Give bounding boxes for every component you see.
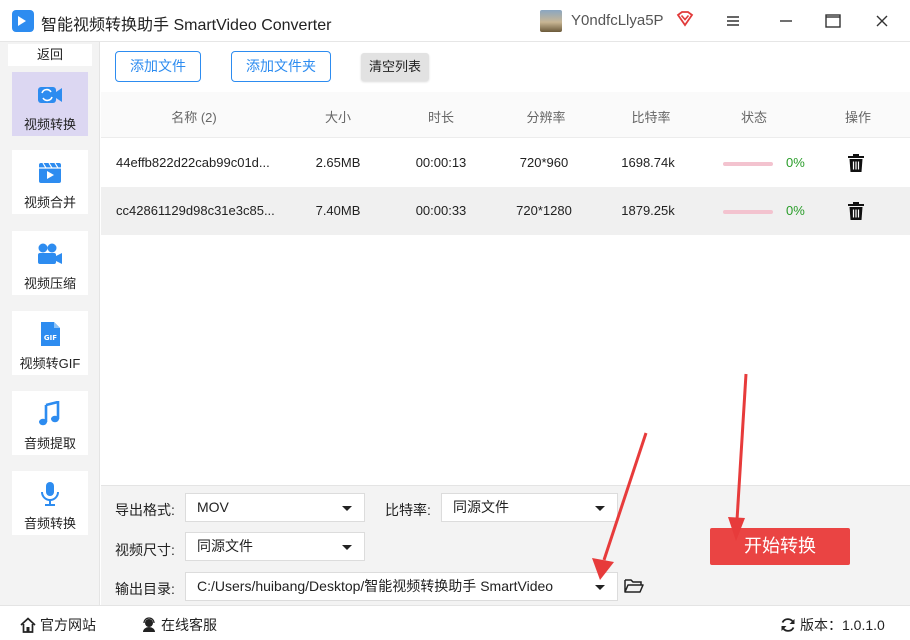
delete-icon[interactable]: [847, 201, 865, 221]
sidebar-item-label: 视频压缩: [23, 276, 76, 291]
header-action: 操作: [844, 110, 871, 125]
chevron-down-icon: [342, 506, 352, 511]
file-duration: 00:00:13: [415, 155, 467, 170]
back-button[interactable]: 返回: [8, 44, 92, 66]
output-dir-label: 输出目录:: [115, 581, 175, 597]
progress-bar: [723, 210, 773, 214]
app-logo-icon: [12, 10, 34, 32]
progress-percent: 0%: [786, 203, 805, 218]
header-resolution: 分辨率: [526, 110, 566, 125]
settings-panel: 导出格式: MOV 比特率: 同源文件 视频尺寸: 同源文件 输出目录: C:/…: [101, 485, 910, 605]
format-select[interactable]: MOV: [185, 493, 365, 522]
file-name: cc42861129d98c31e3c85...: [116, 203, 275, 218]
table-row[interactable]: cc42861129d98c31e3c85... 7.40MB 00:00:33…: [101, 187, 910, 235]
clear-list-button[interactable]: 清空列表: [361, 53, 429, 81]
gif-icon: GIF: [41, 322, 60, 346]
app-title: 智能视频转换助手 SmartVideo Converter: [41, 17, 332, 34]
online-support-link[interactable]: 在线客服: [141, 615, 217, 635]
add-file-button[interactable]: 添加文件: [115, 51, 201, 82]
microphone-icon: [41, 482, 59, 506]
header-status: 状态: [740, 110, 767, 125]
file-name: 44effb822d22cab99c01d...: [116, 155, 270, 170]
minimize-icon[interactable]: [768, 6, 804, 36]
file-size: 2.65MB: [315, 155, 361, 170]
table-header: 名称 (2) 大小 时长 分辨率 比特率 状态 操作: [101, 92, 910, 138]
sidebar-item-video-compress[interactable]: 视频压缩: [12, 231, 88, 295]
official-website-label: 官方网站: [40, 617, 96, 633]
video-merge-icon: [39, 162, 61, 183]
sidebar-item-label: 音频提取: [23, 436, 76, 451]
menu-icon[interactable]: [715, 6, 751, 36]
header-bitrate: 比特率: [631, 110, 671, 125]
header-duration: 时长: [427, 110, 454, 125]
output-dir-select[interactable]: C:/Users/huibang/Desktop/智能视频转换助手 SmartV…: [185, 572, 618, 601]
file-bitrate: 1698.74k: [621, 155, 675, 170]
chevron-down-icon: [595, 585, 605, 590]
refresh-icon: [781, 618, 795, 632]
official-website-link[interactable]: 官方网站: [20, 615, 96, 635]
file-resolution: 720*1280: [516, 203, 572, 218]
video-convert-icon: [38, 87, 62, 103]
vip-badge-icon[interactable]: [676, 10, 694, 28]
online-support-label: 在线客服: [161, 617, 217, 633]
bitrate-label: 比特率:: [385, 502, 431, 518]
file-resolution: 720*960: [519, 155, 569, 170]
home-icon: [20, 617, 36, 633]
sidebar: 返回 视频转换 视频合并 视频压缩 GIF 视频转GIF 音频提取 音频转换: [0, 42, 100, 605]
user-avatar[interactable]: [540, 10, 562, 32]
bitrate-value: 同源文件: [453, 499, 509, 515]
sidebar-item-audio-convert[interactable]: 音频转换: [12, 471, 88, 535]
sidebar-item-video-convert[interactable]: 视频转换: [12, 72, 88, 136]
sidebar-item-label: 视频转换: [23, 117, 76, 132]
sidebar-item-video-merge[interactable]: 视频合并: [12, 150, 88, 214]
footer: 官方网站 在线客服 版本：1.0.1.0: [0, 605, 910, 640]
video-size-value: 同源文件: [197, 538, 253, 554]
sidebar-item-label: 音频转换: [23, 516, 76, 531]
svg-text:GIF: GIF: [44, 334, 57, 342]
video-size-label: 视频尺寸:: [115, 542, 175, 558]
version-info[interactable]: 版本：1.0.1.0: [780, 615, 885, 635]
sidebar-item-audio-extract[interactable]: 音频提取: [12, 391, 88, 455]
output-dir-value: C:/Users/huibang/Desktop/智能视频转换助手 SmartV…: [197, 578, 554, 594]
sidebar-item-label: 视频转GIF: [19, 356, 81, 371]
table-row[interactable]: 44effb822d22cab99c01d... 2.65MB 00:00:13…: [101, 139, 910, 187]
customer-service-icon: [143, 617, 155, 632]
file-table: 名称 (2) 大小 时长 分辨率 比特率 状态 操作 44effb822d22c…: [101, 92, 910, 485]
title-bar: 智能视频转换助手 SmartVideo Converter Y0ndfcLlya…: [0, 0, 910, 42]
file-bitrate: 1879.25k: [621, 203, 675, 218]
delete-icon[interactable]: [847, 153, 865, 173]
sidebar-item-label: 视频合并: [23, 195, 76, 210]
version-label: 版本：1.0.1.0: [800, 617, 885, 633]
add-folder-button[interactable]: 添加文件夹: [231, 51, 331, 82]
close-icon[interactable]: [864, 6, 900, 36]
start-convert-button[interactable]: 开始转换: [710, 528, 850, 565]
folder-open-icon[interactable]: [624, 578, 644, 594]
file-size: 7.40MB: [315, 203, 361, 218]
sidebar-item-gif[interactable]: GIF 视频转GIF: [12, 311, 88, 375]
format-label: 导出格式:: [115, 502, 175, 518]
file-duration: 00:00:33: [415, 203, 467, 218]
video-compress-icon: [38, 243, 62, 264]
chevron-down-icon: [595, 506, 605, 511]
video-size-select[interactable]: 同源文件: [185, 532, 365, 561]
chevron-down-icon: [342, 545, 352, 550]
user-name[interactable]: Y0ndfcLlya5P: [571, 12, 664, 29]
music-note-icon: [39, 401, 60, 426]
format-value: MOV: [197, 499, 229, 515]
header-name: 名称 (2): [171, 110, 217, 125]
header-size: 大小: [324, 110, 351, 125]
progress-percent: 0%: [786, 155, 805, 170]
progress-bar: [723, 162, 773, 166]
maximize-icon[interactable]: [815, 6, 851, 36]
bitrate-select[interactable]: 同源文件: [441, 493, 618, 522]
